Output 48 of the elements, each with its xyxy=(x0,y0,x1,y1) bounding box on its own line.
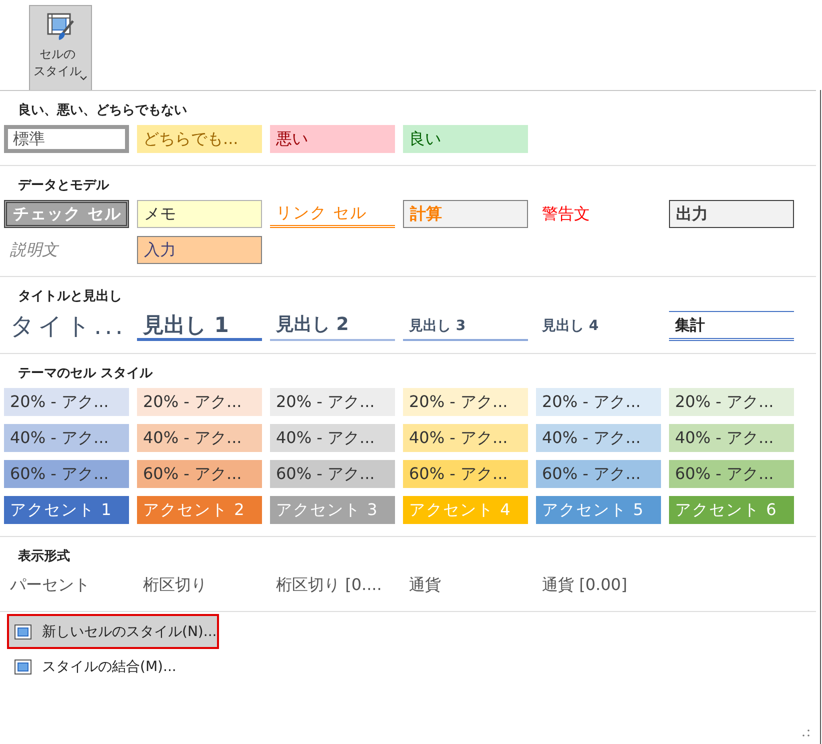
style-swatch[interactable]: 見出し 4 xyxy=(536,311,661,341)
style-swatch[interactable]: タイト... xyxy=(4,311,129,341)
style-swatch[interactable]: 40% - アク... xyxy=(669,424,794,452)
table-icon xyxy=(14,658,32,674)
style-swatch[interactable]: 標準 xyxy=(4,125,129,153)
style-swatch[interactable]: 20% - アク... xyxy=(137,388,262,416)
style-swatch[interactable]: 60% - アク... xyxy=(4,460,129,488)
section-heading: 表示形式 xyxy=(17,548,71,566)
style-swatch[interactable]: 60% - アク... xyxy=(403,460,528,488)
style-swatch[interactable]: 20% - アク... xyxy=(4,388,129,416)
style-swatch[interactable]: 20% - アク... xyxy=(270,388,395,416)
style-swatch[interactable]: 通貨 [0.00] xyxy=(536,571,661,599)
style-swatch[interactable]: 60% - アク... xyxy=(669,460,794,488)
table-icon xyxy=(14,624,32,640)
menu-item[interactable]: スタイルの結合(M)... xyxy=(0,649,816,684)
style-swatch[interactable]: パーセント xyxy=(4,571,129,599)
style-swatch[interactable]: 40% - アク... xyxy=(536,424,661,452)
style-swatch[interactable]: 悪い xyxy=(270,125,395,153)
style-swatch[interactable]: 20% - アク... xyxy=(536,388,661,416)
style-swatch[interactable]: 40% - アク... xyxy=(4,424,129,452)
resize-grip-icon[interactable] xyxy=(802,729,810,737)
menu-item[interactable]: 新しいセルのスタイル(N)... xyxy=(7,614,219,649)
section-heading: テーマのセル スタイル xyxy=(17,365,154,383)
style-swatch[interactable]: 出力 xyxy=(669,200,794,228)
section-heading: データとモデル xyxy=(17,177,110,195)
style-swatch[interactable]: 桁区切り [0.... xyxy=(270,571,395,599)
style-swatch[interactable]: 60% - アク... xyxy=(270,460,395,488)
table-brush-icon xyxy=(46,12,76,42)
style-swatch[interactable]: 桁区切り xyxy=(137,571,262,599)
style-swatch[interactable]: 入力 xyxy=(137,236,262,264)
style-swatch[interactable]: どちらでも... xyxy=(137,125,262,153)
style-swatch[interactable]: 40% - アク... xyxy=(403,424,528,452)
style-swatch[interactable]: 40% - アク... xyxy=(137,424,262,452)
style-swatch[interactable]: 40% - アク... xyxy=(270,424,395,452)
style-swatch[interactable]: アクセント 1 xyxy=(4,496,129,524)
style-swatch[interactable]: 20% - アク... xyxy=(403,388,528,416)
style-swatch[interactable]: 通貨 xyxy=(403,571,528,599)
style-swatch[interactable]: メモ xyxy=(137,200,262,228)
style-swatch[interactable]: 60% - アク... xyxy=(536,460,661,488)
section-heading: 良い、悪い、どちらでもない xyxy=(17,102,188,120)
style-swatch[interactable]: 60% - アク... xyxy=(137,460,262,488)
style-swatch[interactable]: 20% - アク... xyxy=(669,388,794,416)
style-swatch[interactable]: 警告文 xyxy=(536,200,661,228)
section-heading: タイトルと見出し xyxy=(17,288,123,306)
caret-icon xyxy=(80,76,87,81)
style-swatch[interactable]: 説明文 xyxy=(4,236,129,264)
cell-styles-button[interactable]: セルの スタイル xyxy=(29,5,92,90)
style-swatch[interactable]: 良い xyxy=(403,125,528,153)
